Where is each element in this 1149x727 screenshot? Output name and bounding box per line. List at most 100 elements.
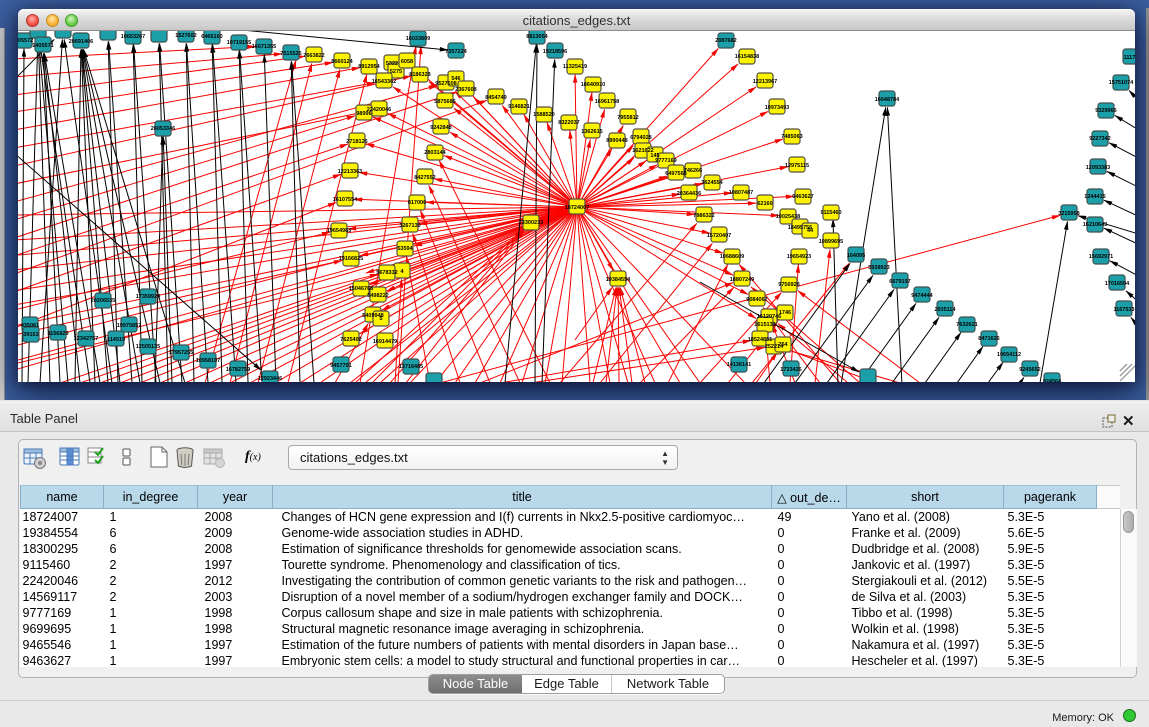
svg-text:12342757: 12342757 — [74, 336, 98, 342]
svg-text:16210643: 16210643 — [1083, 222, 1107, 228]
svg-text:7485063: 7485063 — [781, 134, 802, 140]
svg-text:3215958: 3215958 — [1058, 211, 1079, 217]
svg-text:14136141: 14136141 — [727, 362, 751, 368]
svg-text:7986322: 7986322 — [693, 213, 714, 219]
svg-text:12213967: 12213967 — [753, 79, 777, 85]
svg-text:19654923: 19654923 — [787, 254, 811, 260]
svg-text:9146821: 9146821 — [508, 104, 529, 110]
svg-text:20206535: 20206535 — [91, 298, 115, 304]
svg-text:164095: 164095 — [847, 253, 865, 259]
svg-text:53594: 53594 — [397, 246, 413, 252]
svg-text:62160: 62160 — [757, 201, 772, 207]
svg-text:16671355: 16671355 — [252, 44, 276, 50]
svg-text:5498222: 5498222 — [367, 293, 388, 299]
svg-text:11174: 11174 — [1124, 55, 1135, 61]
svg-text:12923446: 12923446 — [258, 376, 282, 382]
svg-text:15720407: 15720407 — [707, 233, 731, 239]
svg-text:12505135: 12505135 — [136, 344, 160, 350]
svg-text:18640910: 18640910 — [581, 82, 605, 88]
svg-text:6466160: 6466160 — [201, 34, 222, 40]
svg-text:12213363: 12213363 — [338, 169, 362, 175]
svg-text:9084067: 9084067 — [746, 297, 767, 303]
svg-text:12975115: 12975115 — [785, 163, 809, 169]
svg-text:1527602: 1527602 — [175, 33, 196, 39]
svg-text:9245652: 9245652 — [1019, 367, 1040, 373]
svg-text:18724007: 18724007 — [565, 205, 589, 211]
svg-text:746266: 746266 — [684, 168, 702, 174]
svg-text:98996: 98996 — [356, 111, 371, 117]
svg-text:16961758: 16961758 — [595, 99, 619, 105]
svg-text:8471626: 8471626 — [978, 336, 999, 342]
svg-text:3624554: 3624554 — [701, 180, 723, 186]
svg-text:5275: 5275 — [390, 69, 402, 75]
svg-text:10025438: 10025438 — [776, 214, 800, 220]
svg-text:1588520: 1588520 — [533, 112, 554, 118]
svg-text:17957255: 17957255 — [169, 350, 193, 356]
svg-text:10654112: 10654112 — [997, 352, 1021, 358]
svg-text:3267130: 3267130 — [399, 223, 420, 229]
svg-text:6679197: 6679197 — [889, 279, 910, 285]
svg-text:10719155: 10719155 — [227, 40, 251, 46]
svg-text:6794028: 6794028 — [630, 135, 651, 141]
svg-text:114519: 114519 — [107, 337, 125, 343]
svg-text:16648784: 16648784 — [875, 97, 900, 103]
svg-text:8990448: 8990448 — [606, 138, 627, 144]
svg-text:18807249: 18807249 — [730, 277, 754, 283]
svg-text:8322037: 8322037 — [558, 120, 579, 126]
svg-text:13716485: 13716485 — [399, 364, 423, 370]
svg-text:9457791: 9457791 — [330, 363, 351, 369]
svg-text:9756928: 9756928 — [778, 282, 799, 288]
svg-text:817006: 817006 — [408, 200, 426, 206]
svg-text:15046766: 15046766 — [349, 286, 373, 292]
svg-text:8813054: 8813054 — [526, 34, 548, 40]
svg-text:11325419: 11325419 — [563, 64, 587, 70]
svg-text:1746: 1746 — [779, 310, 791, 316]
svg-text:44: 44 — [807, 228, 814, 234]
svg-text:924564: 924564 — [1043, 379, 1062, 382]
svg-text:405572: 405572 — [18, 38, 33, 44]
svg-text:19384554: 19384554 — [606, 277, 631, 283]
svg-text:7515526: 7515526 — [280, 51, 301, 57]
svg-text:19218596: 19218596 — [543, 49, 567, 55]
svg-text:546: 546 — [451, 76, 460, 82]
svg-text:1615132: 1615132 — [754, 322, 775, 328]
svg-text:10653267: 10653267 — [121, 34, 145, 40]
svg-text:12093383: 12093383 — [1086, 165, 1110, 171]
svg-text:16782759: 16782759 — [226, 367, 250, 373]
svg-text:19166825: 19166825 — [339, 256, 363, 262]
svg-text:8427552: 8427552 — [414, 175, 435, 181]
svg-text:16107554: 16107554 — [333, 197, 358, 203]
svg-text:8186328: 8186328 — [409, 72, 430, 78]
svg-text:2935114: 2935114 — [934, 307, 956, 313]
svg-text:23300233: 23300233 — [519, 220, 543, 226]
svg-text:8660124: 8660124 — [331, 59, 353, 65]
svg-text:7632621: 7632621 — [956, 322, 977, 328]
svg-text:9227342: 9227342 — [1089, 136, 1110, 142]
svg-text:16543362: 16543362 — [372, 79, 396, 85]
svg-text:18524851: 18524851 — [748, 337, 772, 343]
svg-text:9242848: 9242848 — [430, 125, 451, 131]
svg-text:7955812: 7955812 — [617, 115, 638, 121]
svg-text:2803144: 2803144 — [424, 150, 446, 156]
svg-text:10973493: 10973493 — [765, 105, 789, 111]
svg-text:9474444: 9474444 — [911, 293, 933, 299]
svg-text:16914479: 16914479 — [373, 339, 397, 345]
svg-text:8912954: 8912954 — [358, 64, 380, 70]
svg-text:16120746: 16120746 — [757, 314, 781, 320]
svg-text:1156829: 1156829 — [47, 331, 68, 337]
svg-text:8454749: 8454749 — [485, 95, 506, 101]
svg-text:5678332: 5678332 — [376, 270, 397, 276]
svg-text:10958107: 10958107 — [196, 358, 220, 364]
svg-text:10688609: 10688609 — [720, 254, 744, 260]
svg-text:1244415: 1244415 — [1084, 194, 1105, 200]
svg-text:1362615: 1362615 — [581, 129, 602, 135]
svg-text:7663822: 7663822 — [303, 53, 324, 59]
svg-text:20691406: 20691406 — [69, 39, 93, 45]
svg-text:9115460: 9115460 — [820, 210, 841, 216]
svg-text:16033809: 16033809 — [406, 36, 430, 42]
svg-text:9329966: 9329966 — [1095, 108, 1116, 114]
svg-text:254: 254 — [778, 342, 788, 348]
svg-text:39153: 39153 — [23, 332, 38, 338]
svg-text:9463627: 9463627 — [792, 194, 813, 200]
svg-text:10899695: 10899695 — [819, 239, 843, 245]
